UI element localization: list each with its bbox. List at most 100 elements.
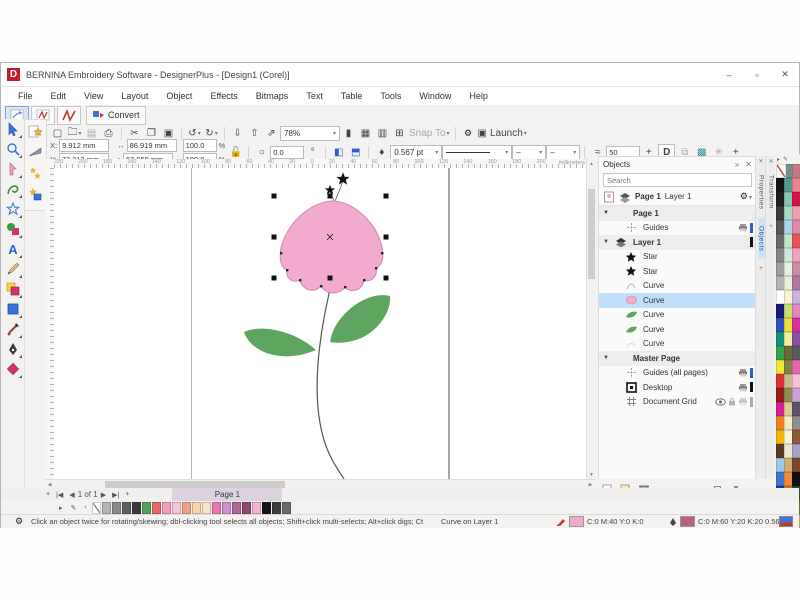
line-style-combo[interactable]: ▾ — [442, 145, 512, 160]
palette-flyout-arrow[interactable]: ▸ — [777, 156, 780, 163]
palette-swatch[interactable] — [792, 262, 800, 276]
zoom-level-combo[interactable]: 78%▾ — [280, 126, 340, 141]
mirror-horizontal-button[interactable]: ◧ — [331, 145, 346, 159]
page-tab[interactable]: Page 1 — [172, 488, 282, 501]
full-screen-preview-button[interactable]: ▮ — [341, 127, 356, 141]
stitch-view-button[interactable] — [57, 106, 81, 125]
vertical-scroll-thumb[interactable] — [588, 189, 595, 279]
document-palette-swatch[interactable] — [222, 502, 231, 514]
document-palette-swatch[interactable] — [172, 502, 181, 514]
palette-swatch[interactable] — [792, 220, 800, 234]
page-thumbnail-icon[interactable] — [603, 191, 615, 203]
printer-icon[interactable] — [738, 223, 748, 232]
eye-icon[interactable] — [715, 398, 726, 406]
star-shape-2[interactable] — [336, 172, 349, 184]
stem-curve[interactable] — [317, 274, 344, 479]
interactive-fill-tool[interactable] — [3, 299, 23, 319]
object-row-guides-all-pages-[interactable]: Guides (all pages) — [599, 366, 756, 381]
docpalette-flyout-arrow[interactable]: ▸ — [56, 504, 66, 512]
layer-color-bar[interactable] — [750, 382, 753, 392]
outline-pen-tool[interactable] — [3, 339, 23, 359]
document-palette-swatch[interactable] — [162, 502, 171, 514]
add-page-after-button[interactable]: + — [122, 491, 132, 498]
previous-page-button[interactable]: ◀ — [66, 491, 77, 499]
layer-group-row-layer-1[interactable]: ▼Layer 1 — [599, 235, 756, 250]
star-stem-2[interactable] — [335, 181, 343, 201]
document-palette-swatch[interactable] — [132, 502, 141, 514]
palette-swatch[interactable] — [792, 248, 800, 262]
zoom-tool[interactable] — [3, 139, 23, 159]
menu-item-effects[interactable]: Effects — [201, 91, 246, 101]
pencil-tool[interactable] — [3, 259, 23, 279]
layer-color-bar[interactable] — [750, 368, 753, 378]
object-row-desktop[interactable]: Desktop — [599, 380, 756, 395]
menu-item-bitmaps[interactable]: Bitmaps — [247, 91, 298, 101]
knife-button[interactable] — [25, 141, 44, 162]
document-palette-swatch[interactable] — [272, 502, 281, 514]
palette-swatch[interactable] — [792, 472, 800, 486]
printer-icon[interactable] — [738, 383, 748, 392]
menu-item-view[interactable]: View — [75, 91, 112, 101]
import-button[interactable]: ⇩ — [230, 127, 245, 141]
objects-search[interactable] — [603, 173, 752, 187]
object-row-curve[interactable]: Curve — [599, 322, 756, 337]
document-palette-swatch[interactable] — [242, 502, 251, 514]
docker-tab-objects[interactable]: Objects — [758, 218, 765, 260]
snap-to-dropdown[interactable]: Snap To▾ — [409, 127, 450, 141]
docpalette-scroll-left[interactable]: ‹ — [81, 504, 89, 511]
layer-color-bar[interactable] — [750, 223, 753, 233]
palette-swatch[interactable] — [792, 388, 800, 402]
view-grid-button[interactable]: ▥ — [375, 127, 390, 141]
leaf-left-shape[interactable] — [244, 329, 316, 357]
scroll-up-arrow[interactable]: ▲ — [587, 159, 596, 168]
palette-swatch[interactable] — [792, 458, 800, 472]
end-arrowhead-combo[interactable]: –▾ — [546, 145, 580, 160]
design-properties-icon[interactable] — [779, 516, 793, 527]
publish-button[interactable]: ⇗ — [264, 127, 279, 141]
layer-color-bar[interactable] — [750, 237, 753, 247]
menu-item-layout[interactable]: Layout — [112, 91, 157, 101]
docker-collapse-icon[interactable]: » — [735, 160, 739, 169]
object-row-curve[interactable]: Curve — [599, 293, 756, 308]
menu-item-edit[interactable]: Edit — [42, 91, 76, 101]
menu-item-tools[interactable]: Tools — [371, 91, 410, 101]
docker-tab-transform[interactable]: Transform — [768, 167, 775, 217]
scroll-down-arrow[interactable]: ▼ — [587, 470, 596, 479]
insert-design-button[interactable] — [25, 120, 44, 141]
layer-group-row-master-page[interactable]: ▼Master Page — [599, 351, 756, 366]
object-row-star[interactable]: Star — [599, 264, 756, 279]
strip-close-icon[interactable]: ✕ — [758, 156, 763, 167]
launch-button[interactable]: ▣ Launch ▾ — [478, 127, 527, 141]
pick-tool[interactable] — [3, 119, 23, 139]
docker-tab-properties[interactable]: Properties — [758, 167, 765, 218]
next-page-button[interactable]: ▶ — [98, 491, 109, 499]
status-gear-icon[interactable]: ⚙ — [15, 516, 23, 527]
save-design-button[interactable] — [25, 183, 44, 204]
leaf-right-shape[interactable] — [330, 295, 390, 343]
close-button[interactable]: ✕ — [771, 63, 799, 86]
palette-swatch[interactable] — [792, 374, 800, 388]
palette-swatch[interactable] — [792, 444, 800, 458]
docpalette-eyedropper-icon[interactable]: ✎ — [68, 504, 80, 512]
menu-item-file[interactable]: File — [9, 91, 42, 101]
palette-swatch[interactable] — [792, 164, 800, 178]
document-palette-swatch[interactable] — [112, 502, 121, 514]
outline-color-chip[interactable] — [680, 516, 695, 527]
palette-swatch[interactable] — [792, 360, 800, 374]
star-shape-1[interactable] — [325, 185, 336, 195]
docker-options-gear-icon[interactable]: ⚙▾ — [740, 191, 752, 202]
basic-shapes-tool[interactable] — [3, 219, 23, 239]
layer-view-icon[interactable] — [619, 191, 631, 203]
outline-width-combo[interactable]: 0.567 pt▾ — [390, 145, 442, 160]
fill-color-chip[interactable] — [569, 516, 584, 527]
add-page-before-button[interactable]: + — [43, 491, 53, 498]
document-palette-swatch[interactable] — [92, 502, 101, 514]
object-width-field[interactable] — [127, 139, 177, 152]
lock-icon[interactable] — [728, 397, 736, 406]
document-palette-swatch[interactable] — [152, 502, 161, 514]
text-tool[interactable]: A — [3, 239, 23, 259]
document-palette-swatch[interactable] — [262, 502, 271, 514]
mirror-vertical-button[interactable]: ⬒ — [348, 145, 363, 159]
object-row-curve[interactable]: Curve — [599, 337, 756, 352]
document-palette-swatch[interactable] — [202, 502, 211, 514]
